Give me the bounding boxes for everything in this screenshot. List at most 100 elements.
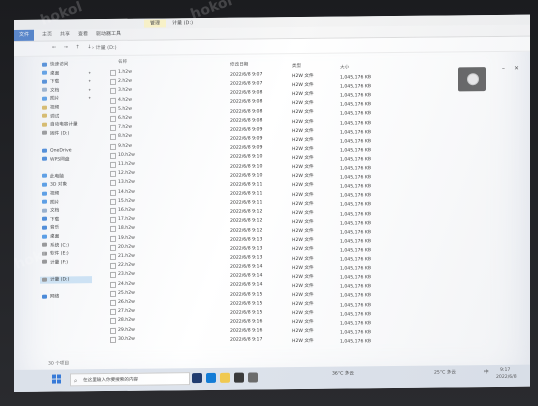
file-icon (110, 189, 116, 196)
folder-icon (42, 96, 47, 101)
file-tab[interactable]: 文件 (14, 29, 34, 41)
file-icon (110, 152, 116, 159)
file-name: 17.h2w (118, 216, 135, 223)
settings-icon[interactable] (248, 372, 258, 383)
nav-item[interactable]: WPS网盘 (42, 156, 69, 163)
camera-icon (467, 73, 479, 86)
tab-view[interactable]: 查看 (78, 29, 88, 40)
file-icon (110, 125, 116, 132)
file-name: 16.h2w (118, 207, 135, 213)
nav-item[interactable]: 下载 (42, 79, 59, 86)
manage-tab[interactable]: 管理 (144, 19, 167, 28)
nav-item[interactable]: 视频 (42, 105, 59, 112)
nav-item[interactable]: 3D 对象 (42, 182, 67, 189)
ime-indicator[interactable]: 中 (484, 370, 489, 376)
file-icon (110, 106, 116, 113)
file-icon (110, 180, 116, 187)
nav-item[interactable]: 桌面 (42, 234, 59, 241)
folder-icon (42, 130, 47, 136)
nav-item[interactable]: 快速访问 (42, 61, 68, 68)
weather-mid: 36°C 多云 (332, 371, 354, 377)
nav-item-label: 文档 (50, 88, 60, 94)
task-view-icon[interactable] (192, 373, 202, 384)
tab-drive-tools[interactable]: 驱动器工具 (96, 29, 121, 40)
pin-icon: ✦ (88, 95, 92, 101)
nav-item[interactable]: 自动电容计量 (42, 122, 78, 129)
file-icon (110, 161, 116, 168)
folder-icon (42, 277, 47, 282)
nav-item-label: 桌面 (50, 234, 60, 240)
column-name[interactable]: 名称 (118, 59, 127, 65)
nav-item[interactable]: 音乐 (42, 225, 59, 232)
file-name: 4.h2w (118, 97, 132, 103)
close-icon[interactable]: × (514, 65, 519, 72)
file-name: 19.h2w (118, 235, 135, 241)
file-name: 11.h2w (118, 161, 135, 167)
file-name: 12.h2w (118, 170, 135, 177)
nav-item-label: 自动电容计量 (50, 122, 78, 128)
file-icon (110, 235, 116, 242)
clock-time[interactable]: 9:17 (500, 368, 510, 374)
minimize-icon[interactable]: – (502, 65, 505, 72)
address-path[interactable]: › 计量 (D:) (92, 44, 117, 51)
nav-item-label: 下载 (50, 217, 60, 223)
nav-item[interactable]: 计量 (D:) (40, 276, 92, 284)
nav-item[interactable]: 图片 (42, 199, 59, 206)
file-name: 22.h2w (118, 262, 135, 269)
nav-item[interactable]: 文档 (42, 87, 59, 94)
edge-icon[interactable] (206, 372, 216, 383)
file-icon (110, 97, 116, 104)
nav-item-label: 下载 (50, 79, 60, 85)
folder-icon (42, 148, 47, 153)
nav-item[interactable]: 桌面 (42, 70, 59, 77)
folder-icon (42, 113, 47, 118)
folder-icon (42, 182, 47, 187)
file-icon (110, 263, 116, 270)
screen: 管理 计量 (D:) 文件 主页 共享 查看 驱动器工具 ← → ↑ ↓ › 计… (14, 14, 530, 393)
nav-item[interactable]: 网络 (42, 294, 59, 301)
nav-item[interactable]: 调试 (42, 113, 59, 120)
table-row[interactable]: 30.h2w 2022/6/8 9:17 H2W 文件 1,045,176 KB (104, 333, 424, 344)
file-name: 7.h2w (118, 124, 132, 131)
tab-share[interactable]: 共享 (60, 29, 70, 40)
clock-date[interactable]: 2022/6/8 (496, 375, 517, 381)
file-name: 29.h2w (118, 327, 135, 333)
nav-item[interactable]: 下载 (42, 216, 59, 223)
file-icon (110, 336, 116, 343)
nav-item-label: 3D 对象 (50, 182, 68, 189)
nav-arrows[interactable]: ← → ↑ ↓ (52, 44, 95, 50)
nav-item[interactable]: 图片 (42, 96, 59, 103)
nav-item[interactable]: 视频 (42, 191, 59, 198)
file-name: 27.h2w (118, 308, 135, 315)
file-icon (110, 299, 116, 306)
app-icon[interactable] (234, 372, 244, 383)
file-icon (110, 88, 116, 95)
file-name: 25.h2w (118, 290, 135, 296)
nav-item-label: 计量 (F:) (50, 260, 69, 266)
folder-icon[interactable] (220, 372, 230, 383)
file-icon (110, 69, 116, 76)
file-icon (110, 134, 116, 141)
camera-overlay[interactable] (458, 67, 486, 92)
taskbar-search-input[interactable]: ⌕ 在这里输入你要搜索的内容 (70, 372, 190, 387)
folder-icon (42, 199, 47, 204)
weather-widget[interactable]: 25°C 多云 (434, 370, 456, 376)
nav-item[interactable]: 固件 (D:) (42, 130, 69, 137)
nav-item-label: WPS网盘 (50, 157, 70, 163)
nav-item[interactable]: OneDrive (42, 147, 72, 154)
nav-item-label: 此电脑 (50, 174, 64, 180)
file-icon (110, 143, 116, 150)
nav-item-label: 固件 (D:) (50, 131, 70, 137)
nav-item[interactable]: 此电脑 (42, 173, 64, 180)
file-name: 26.h2w (118, 299, 135, 305)
start-button[interactable] (52, 374, 62, 384)
file-type: H2W 文件 (292, 338, 314, 344)
folder-icon (42, 234, 47, 239)
folder-icon (42, 70, 47, 75)
nav-item[interactable]: 文档 (42, 208, 59, 215)
file-icon (110, 318, 116, 325)
nav-item-label: 图片 (50, 96, 60, 103)
pin-icon: ✦ (88, 86, 92, 93)
nav-item-label: 快速访问 (50, 62, 69, 68)
tab-home[interactable]: 主页 (42, 30, 52, 41)
